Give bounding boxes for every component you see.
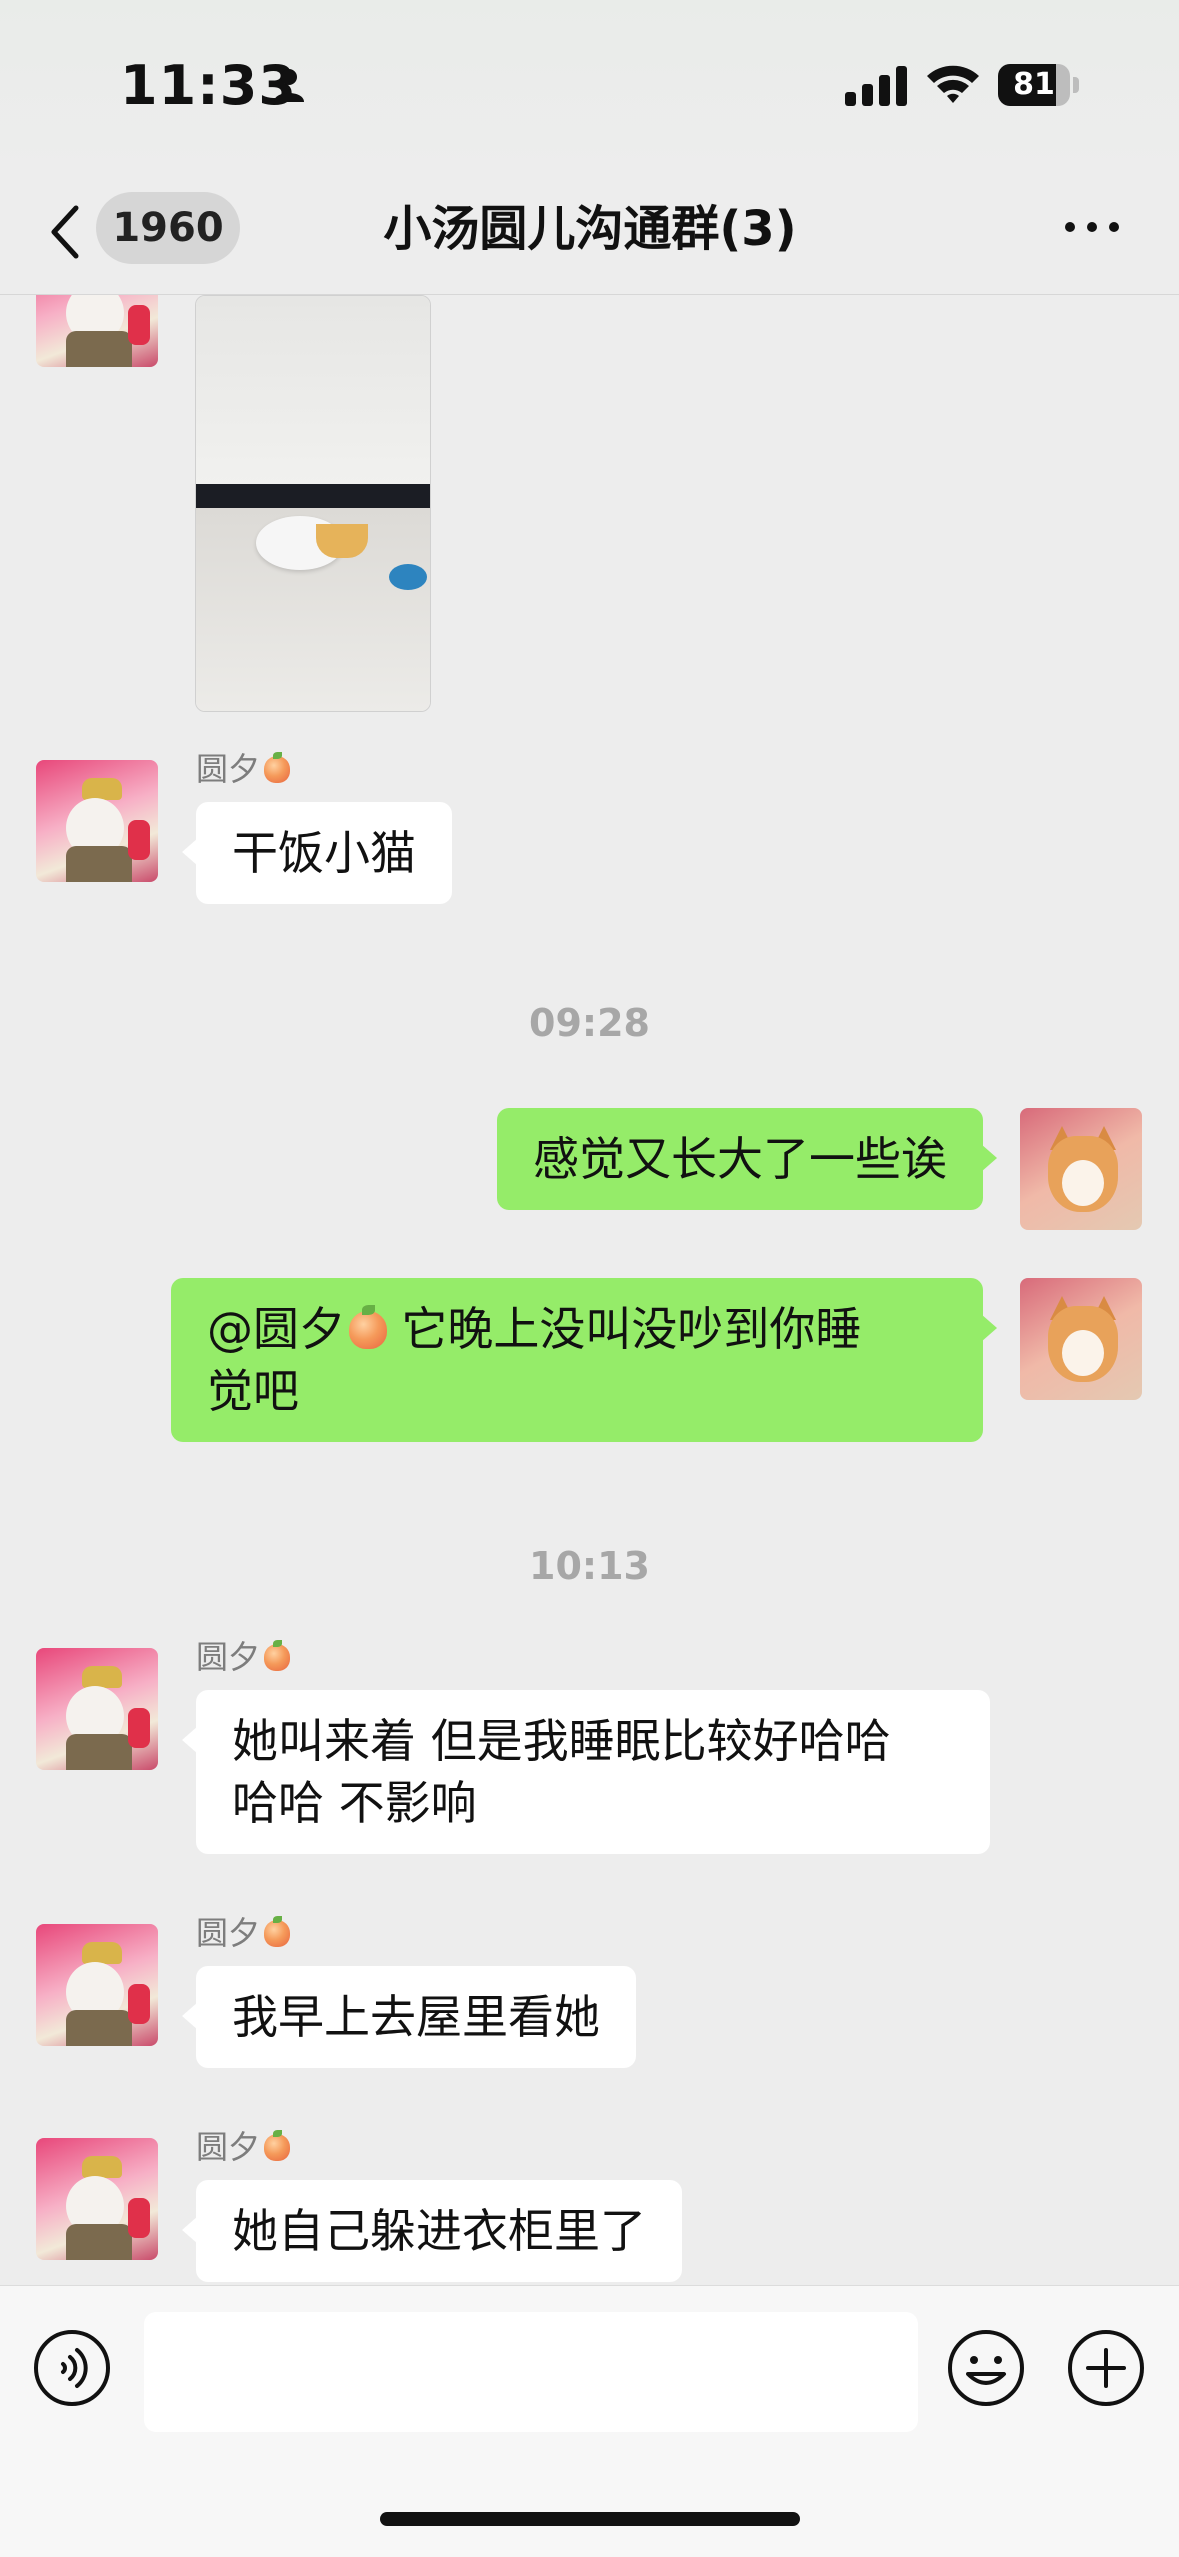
input-bar: [0, 2285, 1179, 2557]
avatar[interactable]: [1020, 1278, 1142, 1400]
chat-header: 1960 小汤圆儿沟通群(3): [0, 170, 1179, 295]
battery-percent: 81: [1013, 67, 1055, 102]
sender-name: 圆夕: [196, 1913, 291, 1953]
avatar[interactable]: [36, 295, 158, 367]
message-bubble[interactable]: 干饭小猫: [182, 802, 452, 904]
message-bubble[interactable]: 感觉又长大了一些诶: [497, 1108, 997, 1210]
message-input[interactable]: [144, 2312, 918, 2432]
peach-emoji-icon: [264, 1640, 291, 1671]
home-indicator: [380, 2512, 800, 2526]
more-dots-icon[interactable]: [1062, 212, 1122, 242]
avatar[interactable]: [36, 1648, 158, 1770]
signal-icon: [845, 66, 907, 106]
peach-emoji-icon: [264, 1916, 291, 1947]
avatar[interactable]: [36, 2138, 158, 2260]
voice-icon[interactable]: [32, 2328, 112, 2408]
cat-eating-photo[interactable]: [195, 295, 431, 712]
avatar[interactable]: [36, 1924, 158, 2046]
sender-name: 圆夕: [196, 749, 291, 789]
wifi-icon: [927, 65, 979, 103]
battery-icon: 81: [998, 64, 1079, 106]
message-timestamp: 10:13: [529, 1544, 650, 1588]
status-bar: 11:33 81: [0, 0, 1179, 170]
unread-count-badge[interactable]: 1960: [96, 192, 240, 264]
message-timestamp: 09:28: [529, 1001, 650, 1045]
message-bubble[interactable]: 我早上去屋里看她: [182, 1966, 636, 2068]
avatar[interactable]: [36, 760, 158, 882]
emoji-icon[interactable]: [946, 2328, 1026, 2408]
plus-icon[interactable]: [1066, 2328, 1146, 2408]
person-icon: [274, 69, 304, 102]
message-bubble[interactable]: @圆夕 它晚上没叫没吵到你睡 觉吧: [171, 1278, 997, 1442]
sender-name: 圆夕: [196, 1637, 291, 1677]
peach-emoji-icon: [349, 1304, 387, 1349]
avatar[interactable]: [1020, 1108, 1142, 1230]
chat-title: 小汤圆儿沟通群(3): [383, 201, 797, 257]
back-chevron-icon[interactable]: [44, 202, 84, 262]
mention-text: @圆夕: [207, 1302, 345, 1356]
peach-emoji-icon: [264, 2130, 291, 2161]
message-bubble[interactable]: 她叫来着 但是我睡眠比较好哈哈 哈哈 不影响: [182, 1690, 990, 1854]
peach-emoji-icon: [264, 752, 291, 783]
message-list[interactable]: 圆夕 干饭小猫 09:28 感觉又长大了一些诶 @圆夕 它晚上没叫没吵到你睡 觉…: [0, 295, 1179, 2285]
message-bubble[interactable]: 她自己躲进衣柜里了: [182, 2180, 682, 2282]
sender-name: 圆夕: [196, 2127, 291, 2167]
